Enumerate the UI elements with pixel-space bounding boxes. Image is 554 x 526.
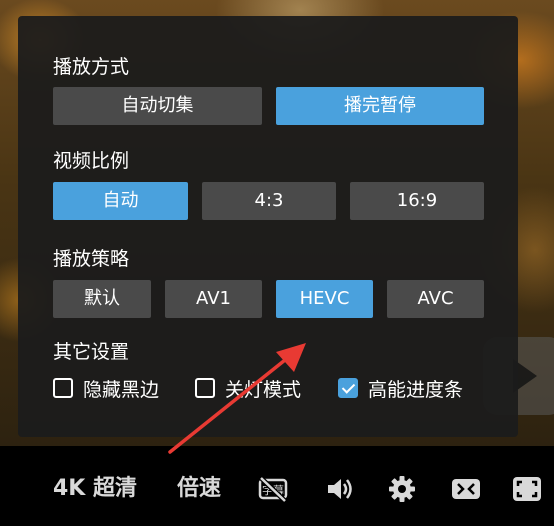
subtitle-off-icon[interactable]: 字幕 [258, 474, 288, 504]
lights-off-checkbox[interactable]: 关灯模式 [195, 376, 302, 401]
other-settings-title: 其它设置 [53, 341, 130, 363]
widescreen-icon[interactable] [451, 474, 481, 504]
checkbox-label: 关灯模式 [225, 378, 302, 401]
strategy-title: 播放策略 [53, 248, 130, 270]
strategy-option-avc[interactable]: AVC [387, 280, 484, 318]
checkbox-label: 高能进度条 [368, 378, 464, 401]
aspect-option-4-3[interactable]: 4:3 [202, 182, 336, 220]
checkbox-box-checked [338, 378, 358, 398]
settings-gear-icon[interactable] [387, 474, 417, 504]
play-mode-title: 播放方式 [53, 56, 130, 78]
strategy-option-hevc[interactable]: HEVC [276, 280, 373, 318]
player-control-bar: 4K 超清 倍速 字幕 [0, 446, 554, 526]
quality-button[interactable]: 4K 超清 [53, 476, 137, 502]
hide-black-border-checkbox[interactable]: 隐藏黑边 [53, 376, 160, 401]
aspect-ratio-title: 视频比例 [53, 150, 130, 172]
volume-icon[interactable] [325, 474, 355, 504]
strategy-option-default[interactable]: 默认 [53, 280, 151, 318]
settings-panel: 播放方式 自动切集 播完暂停 视频比例 自动 4:3 16:9 播放策略 默认 … [18, 16, 518, 437]
checkbox-box [195, 378, 215, 398]
checkbox-box [53, 378, 73, 398]
checkbox-label: 隐藏黑边 [83, 378, 160, 401]
play-mode-option-auto-next[interactable]: 自动切集 [53, 87, 262, 125]
fullscreen-icon[interactable] [512, 474, 542, 504]
speed-button[interactable]: 倍速 [177, 476, 221, 502]
play-mode-option-pause-after[interactable]: 播完暂停 [276, 87, 484, 125]
high-energy-bar-checkbox[interactable]: 高能进度条 [338, 376, 464, 401]
aspect-option-16-9[interactable]: 16:9 [350, 182, 484, 220]
aspect-option-auto[interactable]: 自动 [53, 182, 188, 220]
strategy-option-av1[interactable]: AV1 [165, 280, 262, 318]
